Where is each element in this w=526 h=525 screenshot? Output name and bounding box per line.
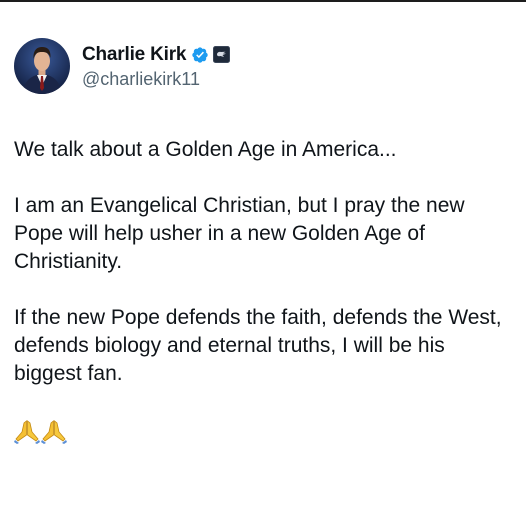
tweet-card: Charlie Kirk @charliekirk11 We talk abou… <box>14 38 514 444</box>
tweet-paragraph: If the new Pope defends the faith, defen… <box>14 306 502 385</box>
tweet-header: Charlie Kirk @charliekirk11 <box>14 38 514 94</box>
name-row: Charlie Kirk <box>82 43 231 67</box>
author-names: Charlie Kirk @charliekirk11 <box>82 43 231 90</box>
author-display-name[interactable]: Charlie Kirk <box>82 44 186 66</box>
tweet-body: We talk about a Golden Age in America...… <box>14 136 514 444</box>
avatar-photo-icon <box>14 38 70 94</box>
author-handle[interactable]: @charliekirk11 <box>82 69 230 90</box>
emoji-row <box>14 416 514 444</box>
folded-hands-icon <box>41 418 67 444</box>
folded-hands-icon <box>14 418 40 444</box>
top-divider <box>0 0 526 2</box>
verified-badge-icon[interactable] <box>191 46 209 64</box>
avatar[interactable] <box>14 38 70 94</box>
affiliate-badge-icon[interactable] <box>213 46 231 63</box>
tweet-paragraph: We talk about a Golden Age in America... <box>14 138 397 161</box>
tweet-paragraph: I am an Evangelical Christian, but I pra… <box>14 194 465 273</box>
